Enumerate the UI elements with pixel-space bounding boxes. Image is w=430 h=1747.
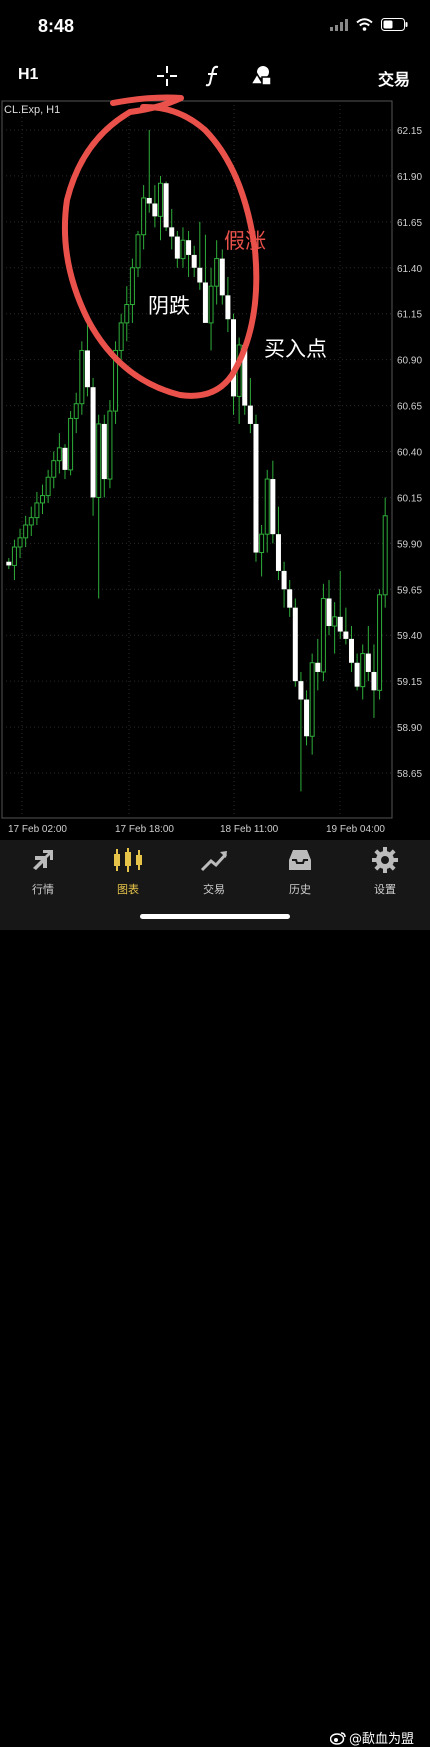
weibo-logo-icon xyxy=(329,1731,346,1745)
watermark: @歃血为盟 xyxy=(329,1728,414,1747)
tab-label: 历史 xyxy=(289,883,311,896)
settings-icon xyxy=(372,847,398,873)
tab-history[interactable]: 历史 xyxy=(265,846,335,897)
tab-label: 图表 xyxy=(117,883,139,896)
tab-label: 设置 xyxy=(374,883,396,896)
tab-quotes[interactable]: 行情 xyxy=(8,846,78,897)
tab-trade[interactable]: 交易 xyxy=(179,846,249,897)
tab-settings[interactable]: 设置 xyxy=(350,846,420,897)
annotation-fake-rise: 假涨 xyxy=(224,229,266,253)
chart-icon xyxy=(114,848,142,872)
tab-chart[interactable]: 图表 xyxy=(93,846,163,897)
home-indicator xyxy=(140,914,290,919)
tab-label: 行情 xyxy=(32,883,54,896)
trade-icon xyxy=(200,851,228,872)
bottom-tab-bar: 行情 图表 交易 历史 设置 @歃血为盟 xyxy=(0,840,430,1747)
quotes-icon xyxy=(33,850,53,870)
annotation-bearish-drop: 阴跌 xyxy=(148,294,190,318)
annotation-entry-point: 买入点 xyxy=(264,337,327,361)
watermark-text: @歃血为盟 xyxy=(348,1732,414,1747)
tab-label: 交易 xyxy=(203,883,225,896)
history-icon xyxy=(289,850,311,870)
annotation-overlay xyxy=(61,94,260,399)
